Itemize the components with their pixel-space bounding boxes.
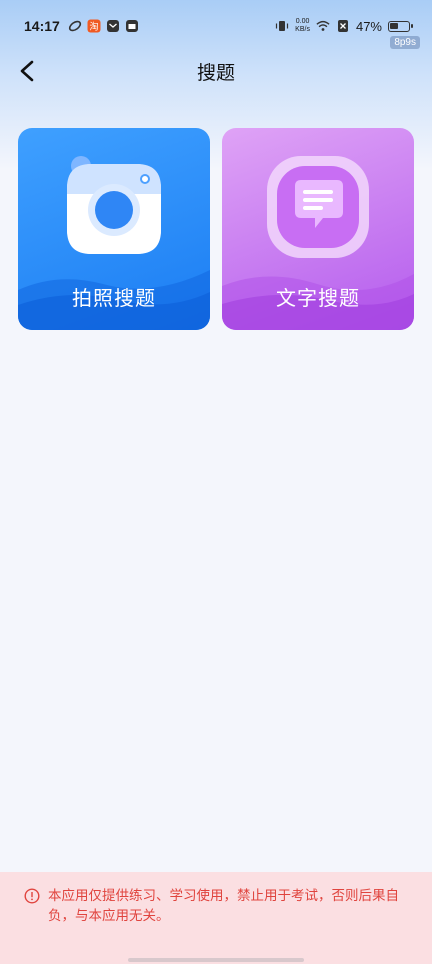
wifi-icon	[316, 20, 330, 31]
alert-circle-icon	[24, 888, 40, 904]
taobao-app-icon: 淘	[87, 19, 101, 33]
text-search-label: 文字搜题	[276, 286, 360, 310]
status-time: 14:17	[24, 18, 60, 34]
disclaimer-text: 本应用仅提供练习、学习使用，禁止用于考试，否则后果自负，与本应用无关。	[48, 888, 399, 924]
store-app-icon	[125, 20, 138, 32]
no-sim-icon	[337, 20, 348, 32]
status-bar: 14:17 淘 0.00 KB/s 47%	[0, 0, 432, 52]
net-speed-unit: KB/s	[295, 26, 310, 33]
disclaimer-notice: 本应用仅提供练习、学习使用，禁止用于考试，否则后果自负，与本应用无关。	[0, 872, 432, 964]
page-title: 搜题	[196, 61, 235, 84]
net-speed-value: 0.00	[295, 18, 310, 25]
text-search-card[interactable]: 文字搜题	[222, 128, 414, 330]
home-indicator[interactable]	[128, 958, 304, 962]
notification-icons: 淘	[68, 19, 139, 33]
chat-bubble-icon	[267, 156, 369, 258]
back-button[interactable]	[14, 56, 42, 86]
battery-icon	[388, 20, 413, 32]
status-right: 0.00 KB/s 47%	[275, 18, 413, 34]
net-speed: 0.00 KB/s	[295, 18, 310, 34]
battery-fill	[390, 22, 398, 29]
battery-percent: 47%	[355, 18, 382, 34]
corner-tag: 8p9s	[390, 36, 420, 49]
camera-icon	[67, 156, 161, 254]
vibrate-icon	[276, 21, 289, 31]
svg-text:淘: 淘	[89, 21, 98, 33]
photo-search-label: 拍照搜题	[72, 286, 156, 310]
leaf-app-icon	[68, 20, 81, 32]
nav-bar: 搜题	[0, 52, 432, 90]
mail-app-icon	[106, 20, 119, 32]
photo-search-card[interactable]: 拍照搜题	[18, 128, 210, 330]
chevron-left-icon	[20, 60, 34, 82]
search-options: 拍照搜题 文字搜题	[18, 128, 414, 330]
